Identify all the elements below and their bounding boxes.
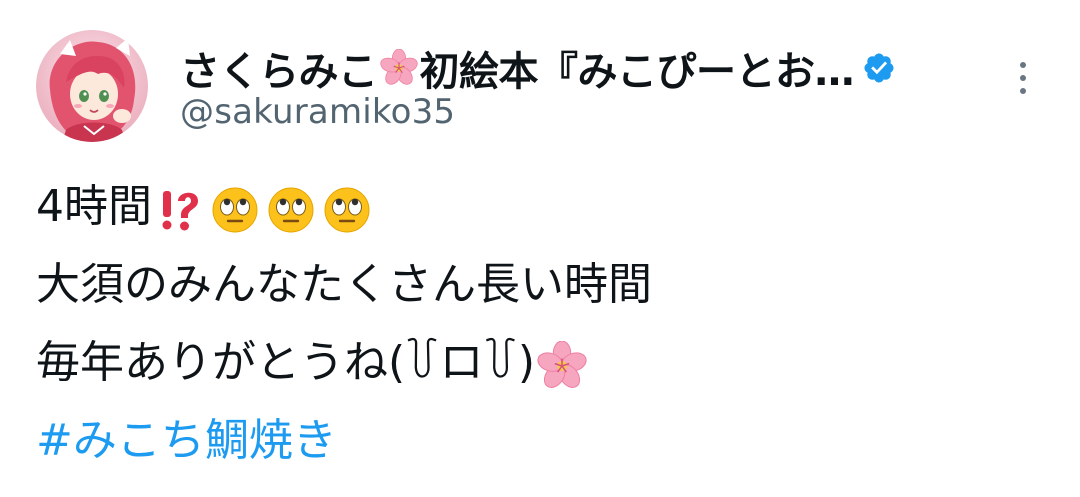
exclamation-question-icon [154,182,204,232]
tweet-header: さくらみこ 初絵本『みこぴーとお… @sakuramiko35 [0,0,1080,150]
sakura-flower-icon [379,48,418,87]
face-with-rolling-eyes-icon [210,182,260,233]
hashtag-link[interactable]: #みこち鯛焼き [36,402,337,480]
tweet-line-2: 大須のみんなたくさん長い時間 [36,246,1046,324]
face-with-rolling-eyes-icon [266,182,316,233]
sakura-flower-icon [537,338,587,388]
more-dot-icon [1020,62,1026,68]
author-handle[interactable]: @sakuramiko35 [180,92,455,132]
face-with-rolling-eyes-icon [322,182,372,233]
verified-badge-icon[interactable] [862,51,896,85]
more-options-button[interactable] [1005,52,1041,104]
tweet-text: 4時間 大須のみんなたくさん長い時間 毎年ありがとうね(꒦ロ꒦) #みこち鯛焼き [36,168,1046,480]
author-display-name[interactable]: さくらみこ 初絵本『みこぴーとお… [180,39,854,97]
display-name-part1: さくらみこ [180,49,378,95]
tweet-line-1-text: 4時間 [36,181,152,232]
author-avatar[interactable] [36,30,148,142]
tweet-line-3: 毎年ありがとうね(꒦ロ꒦) [36,324,1046,402]
more-dot-icon [1020,88,1026,94]
author-name-row[interactable]: さくらみこ 初絵本『みこぴーとお… [180,38,896,98]
tweet-line-4: #みこち鯛焼き [36,402,1046,480]
tweet-line-2-text: 大須のみんなたくさん長い時間 [36,259,652,310]
tweet-line-3-text: 毎年ありがとうね(꒦ロ꒦) [36,337,536,388]
avatar-image [36,30,148,142]
more-dot-icon [1020,75,1026,81]
display-name-part2: 初絵本『みこぴーとお… [419,49,855,95]
tweet-line-1: 4時間 [36,168,1046,246]
